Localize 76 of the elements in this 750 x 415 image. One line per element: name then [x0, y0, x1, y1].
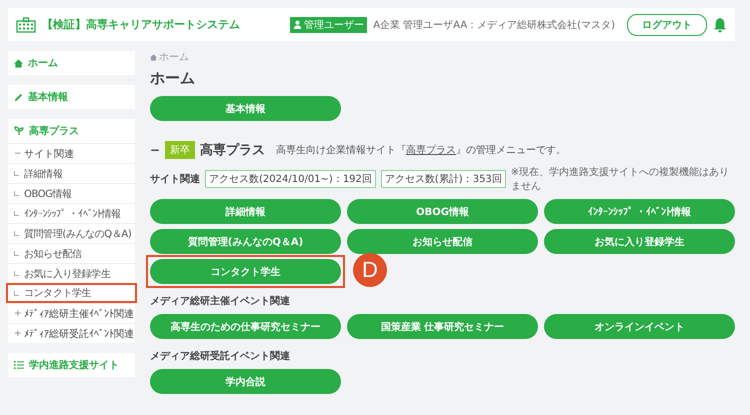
sidebar-item[interactable]: OBOG情報: [8, 183, 135, 203]
sidebar-section[interactable]: 高専プラス: [8, 119, 135, 143]
menu-button[interactable]: お知らせ配信: [347, 229, 538, 254]
app-title: 【検証】高専キャリアサポートシステム: [42, 17, 240, 32]
group-heading: メディア総研主催イベント関連: [150, 294, 290, 308]
group-heading: サイト関連: [150, 172, 200, 186]
access-count: アクセス数(2024/10/01~)：192回: [205, 170, 376, 188]
menu-button[interactable]: コンタクト学生: [150, 259, 341, 284]
bullet-icon: [14, 251, 19, 256]
building-icon: [16, 16, 36, 32]
section-label: 高専プラス: [29, 124, 79, 138]
sidebar-group[interactable]: − サイト関連: [8, 143, 135, 163]
menu-button[interactable]: 質問管理(みんなのQ＆A): [150, 229, 341, 254]
section-label: 基本情報: [28, 90, 68, 104]
section-label: 学内進路支援サイト: [29, 358, 119, 372]
menu-button[interactable]: OBOG情報: [347, 199, 538, 224]
bullet-icon: [14, 290, 19, 296]
section-label: ホーム: [28, 57, 58, 70]
section-description: 高専生向け企業情報サイト『高専プラス』の管理メニューです。: [276, 144, 566, 157]
item-label: ｲﾝﾀｰﾝｼｯﾌﾟ ・ｲﾍﾞﾝﾄ情報: [24, 208, 121, 220]
item-label: お知らせ配信: [24, 248, 82, 260]
list-icon: [14, 360, 24, 370]
category-badge: 新卒: [165, 141, 196, 159]
callout-marker: D: [353, 253, 387, 287]
sidebar-section[interactable]: 基本情報: [8, 85, 135, 109]
user-name: A企業 管理ユーザAA：メディア総研株式会社(マスタ): [373, 18, 615, 32]
menu-button[interactable]: 国策産業 仕事研究セミナー: [347, 314, 538, 339]
group-heading: メディア総研受託イベント関連: [150, 350, 290, 363]
sidebar-group[interactable]: + ﾒﾃﾞｨｱ総研受託ｲﾍﾞﾝﾄ関連: [8, 323, 135, 343]
item-label: 質問管理(みんなのQ＆A): [24, 228, 132, 240]
toggle-sign: +: [14, 328, 20, 338]
toggle-sign: +: [14, 308, 20, 318]
group-label: ﾒﾃﾞｨｱ総研受託ｲﾍﾞﾝﾄ関連: [24, 328, 134, 340]
item-label: お気に入り登録学生: [24, 268, 110, 280]
collapse-sign[interactable]: −: [150, 143, 160, 157]
home-icon: [150, 54, 157, 60]
breadcrumb[interactable]: ホーム: [159, 50, 189, 64]
menu-button[interactable]: オンラインイベント: [544, 314, 735, 339]
sidebar-group[interactable]: + ﾒﾃﾞｨｱ総研主催ｲﾍﾞﾝﾄ関連: [8, 303, 135, 323]
sidebar-section[interactable]: ホーム: [8, 51, 135, 75]
sidebar-item[interactable]: 詳細情報: [8, 163, 135, 183]
bullet-icon: [14, 211, 19, 216]
logout-button[interactable]: ログアウト: [627, 14, 707, 36]
notice-text: ※現在、学内進路支援サイトへの複製機能はありません: [510, 166, 730, 193]
toggle-sign: −: [14, 148, 20, 158]
page-title: ホーム: [150, 69, 196, 88]
bullet-icon: [14, 191, 19, 196]
section-title: 高専プラス: [200, 142, 266, 159]
sprout-icon: [14, 126, 24, 136]
menu-button[interactable]: 学内合説: [150, 369, 341, 394]
bullet-icon: [14, 171, 19, 176]
menu-button[interactable]: 高専生のための仕事研究セミナー: [150, 314, 341, 339]
item-label: OBOG情報: [24, 188, 72, 200]
item-label: 詳細情報: [24, 168, 62, 180]
sidebar-item[interactable]: お気に入り登録学生: [8, 263, 135, 283]
person-icon: [293, 20, 302, 29]
group-label: ﾒﾃﾞｨｱ総研主催ｲﾍﾞﾝﾄ関連: [24, 308, 134, 320]
menu-button[interactable]: 詳細情報: [150, 199, 341, 224]
sidebar-item[interactable]: コンタクト学生: [6, 283, 137, 303]
item-label: コンタクト学生: [24, 286, 92, 300]
menu-button[interactable]: ｲﾝﾀｰﾝｼｯﾌﾟ ・ｲﾍﾞﾝﾄ情報: [544, 199, 735, 224]
role-label: 管理ユーザー: [304, 18, 364, 32]
sidebar-item[interactable]: お知らせ配信: [8, 243, 135, 263]
site-link[interactable]: 高専プラス: [406, 145, 456, 156]
pencil-icon: [14, 92, 23, 102]
bullet-icon: [14, 231, 19, 236]
menu-button[interactable]: お気に入り登録学生: [544, 229, 735, 254]
bell-icon[interactable]: [713, 16, 727, 32]
menu-button[interactable]: 基本情報: [150, 96, 341, 121]
bullet-icon: [14, 271, 19, 276]
sidebar-section[interactable]: 学内進路支援サイト: [8, 353, 135, 377]
home-icon: [14, 58, 23, 68]
access-count: アクセス数(累計)：353回: [380, 170, 506, 188]
sidebar-item[interactable]: ｲﾝﾀｰﾝｼｯﾌﾟ ・ｲﾍﾞﾝﾄ情報: [8, 203, 135, 223]
group-label: サイト関連: [24, 148, 74, 160]
sidebar-item[interactable]: 質問管理(みんなのQ＆A): [8, 223, 135, 243]
